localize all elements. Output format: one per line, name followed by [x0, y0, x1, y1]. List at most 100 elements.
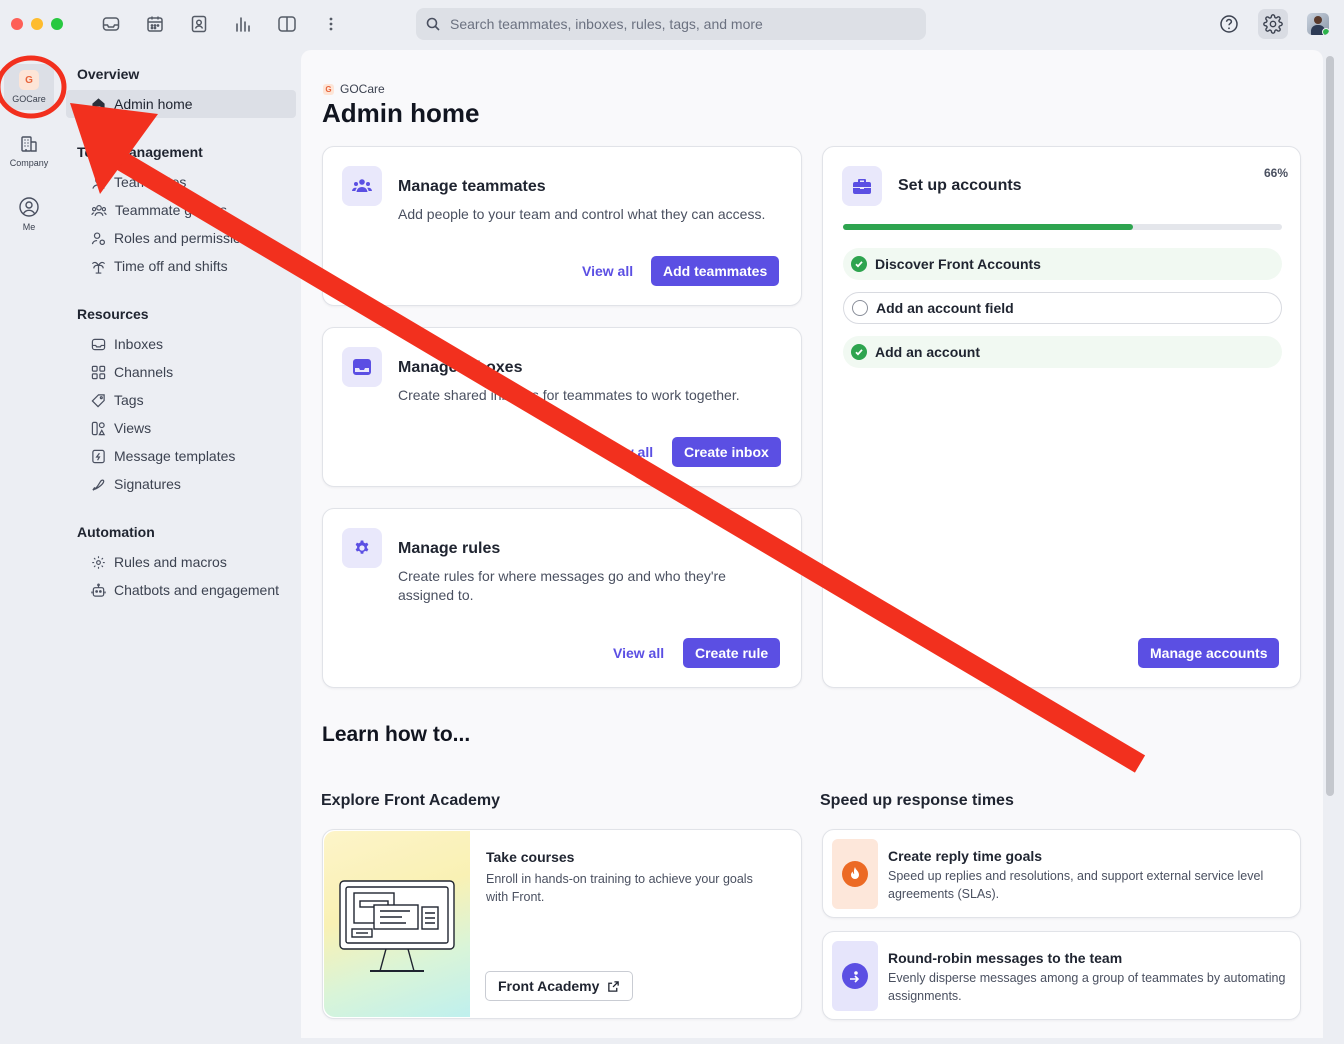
card-take-courses[interactable]: Take courses Enroll in hands-on training… [322, 829, 802, 1019]
sidebar-item-views[interactable]: Views [66, 414, 296, 442]
section-title-resources: Resources [77, 306, 149, 322]
task-label: Add an account [875, 344, 981, 360]
card-manage-rules: Manage rules Create rules for where mess… [322, 508, 802, 688]
view-all-teammates-link[interactable]: View all [582, 263, 633, 279]
reply-goals-tile [832, 839, 878, 909]
sidebar-item-signatures[interactable]: Signatures [66, 470, 296, 498]
rail-me[interactable]: Me [4, 196, 54, 232]
main-scrollbar[interactable] [1323, 52, 1337, 1038]
rail-label: Me [22, 222, 36, 232]
more-icon[interactable] [319, 12, 343, 36]
help-icon[interactable] [1214, 9, 1244, 39]
progress-bar [843, 224, 1282, 230]
sidebar-item-admin-home[interactable]: Admin home [66, 90, 296, 118]
card-manage-teammates: Manage teammates Add people to your team… [322, 146, 802, 306]
view-all-inboxes-link[interactable]: View all [602, 444, 653, 460]
rules-gear-icon [342, 528, 382, 568]
settings-gear-icon[interactable] [1258, 9, 1288, 39]
add-teammates-button[interactable]: Add teammates [651, 256, 780, 286]
split-view-icon[interactable] [275, 12, 299, 36]
sidebar-item-teammate-groups[interactable]: Teammate groups [66, 196, 296, 224]
task-add-account[interactable]: Add an account [843, 336, 1282, 368]
empty-circle-icon [852, 300, 868, 316]
card-description: Create shared inboxes for teammates to w… [398, 387, 740, 403]
title-bar [0, 0, 1344, 48]
close-window-button[interactable] [11, 18, 23, 30]
take-courses-description: Enroll in hands-on training to achieve y… [486, 872, 753, 904]
building-icon [21, 136, 37, 152]
views-icon [91, 421, 106, 435]
task-discover-accounts[interactable]: Discover Front Accounts [843, 248, 1282, 280]
sidebar-item-label: Message templates [114, 448, 236, 464]
home-icon [92, 97, 105, 111]
contacts-icon[interactable] [187, 12, 211, 36]
sidebar-item-label: Teammates [114, 174, 187, 190]
take-courses-title: Take courses [486, 849, 575, 865]
role-icon [91, 231, 106, 245]
briefcase-icon [842, 166, 882, 206]
section-title-team: Team management [77, 144, 203, 160]
inbox-icon [91, 338, 106, 350]
card-reply-time-goals[interactable]: Create reply time goals Speed up replies… [822, 829, 1301, 918]
academy-heading: Explore Front Academy [321, 792, 501, 809]
search-input[interactable] [450, 16, 910, 32]
teammates-icon [342, 166, 382, 206]
sidebar-item-channels[interactable]: Channels [66, 358, 296, 386]
manage-accounts-button[interactable]: Manage accounts [1138, 638, 1280, 668]
breadcrumb-label[interactable]: GOCare [340, 82, 385, 96]
bot-icon [91, 583, 106, 597]
sidebar-item-label: Admin home [114, 96, 193, 112]
sidebar-item-label: Rules and macros [114, 554, 227, 570]
rail-workspace-gocare[interactable]: G GOCare [4, 64, 54, 110]
view-all-rules-link[interactable]: View all [613, 645, 664, 661]
sidebar-item-time-off[interactable]: Time off and shifts [66, 252, 296, 280]
round-robin-tile [832, 941, 878, 1011]
check-circle-icon [851, 344, 867, 360]
task-label: Add an account field [876, 300, 1014, 316]
sidebar-item-rules-macros[interactable]: Rules and macros [66, 548, 296, 576]
channels-icon [91, 365, 106, 379]
scrollbar-thumb[interactable] [1326, 56, 1334, 796]
card-description: Add people to your team and control what… [398, 206, 766, 222]
global-search-bar[interactable] [416, 8, 926, 40]
card-title: Manage rules [398, 540, 501, 557]
zoom-window-button[interactable] [51, 18, 63, 30]
group-icon [91, 204, 107, 216]
front-academy-button[interactable]: Front Academy [485, 971, 634, 1001]
rail-company[interactable]: Company [4, 134, 54, 168]
task-add-account-field[interactable]: Add an account field [843, 292, 1282, 324]
create-inbox-button[interactable]: Create inbox [672, 437, 781, 467]
sidebar-item-roles[interactable]: Roles and permissions [66, 224, 296, 252]
calendar-icon[interactable] [143, 12, 167, 36]
sidebar-item-label: Roles and permissions [114, 230, 256, 246]
palm-tree-icon [91, 261, 106, 274]
reply-goals-description: Speed up replies and resolutions, and su… [888, 869, 1264, 901]
academy-illustration [324, 831, 470, 1017]
round-robin-icon [842, 963, 868, 989]
analytics-icon[interactable] [231, 12, 255, 36]
create-rule-button[interactable]: Create rule [683, 638, 781, 668]
sidebar-item-teammates[interactable]: Teammates [66, 168, 296, 196]
learn-section-title: Learn how to... [322, 723, 471, 746]
user-avatar[interactable] [1307, 13, 1329, 35]
user-circle-icon [19, 197, 39, 217]
minimize-window-button[interactable] [31, 18, 43, 30]
rail-label: GOCare [12, 94, 46, 104]
sidebar-item-label: Chatbots and engagement [114, 582, 280, 598]
progress-percent: 66% [1263, 166, 1288, 180]
card-round-robin[interactable]: Round-robin messages to the team Evenly … [822, 931, 1301, 1020]
sidebar-item-message-templates[interactable]: Message templates [66, 442, 296, 470]
signature-icon [92, 478, 105, 491]
card-title: Manage inboxes [398, 359, 523, 376]
sidebar-item-label: Time off and shifts [114, 258, 228, 274]
inbox-icon[interactable] [99, 12, 123, 36]
sidebar-item-tags[interactable]: Tags [66, 386, 296, 414]
sidebar-item-chatbots[interactable]: Chatbots and engagement [66, 576, 296, 604]
task-label: Discover Front Accounts [875, 256, 1041, 272]
round-robin-description: Evenly disperse messages among a group o… [888, 971, 1286, 1003]
sidebar-item-label: Views [114, 420, 152, 436]
card-description: Create rules for where messages go and w… [398, 568, 726, 603]
speed-heading: Speed up response times [820, 792, 1014, 809]
workspace-badge: G [19, 70, 39, 90]
sidebar-item-inboxes[interactable]: Inboxes [66, 330, 296, 358]
